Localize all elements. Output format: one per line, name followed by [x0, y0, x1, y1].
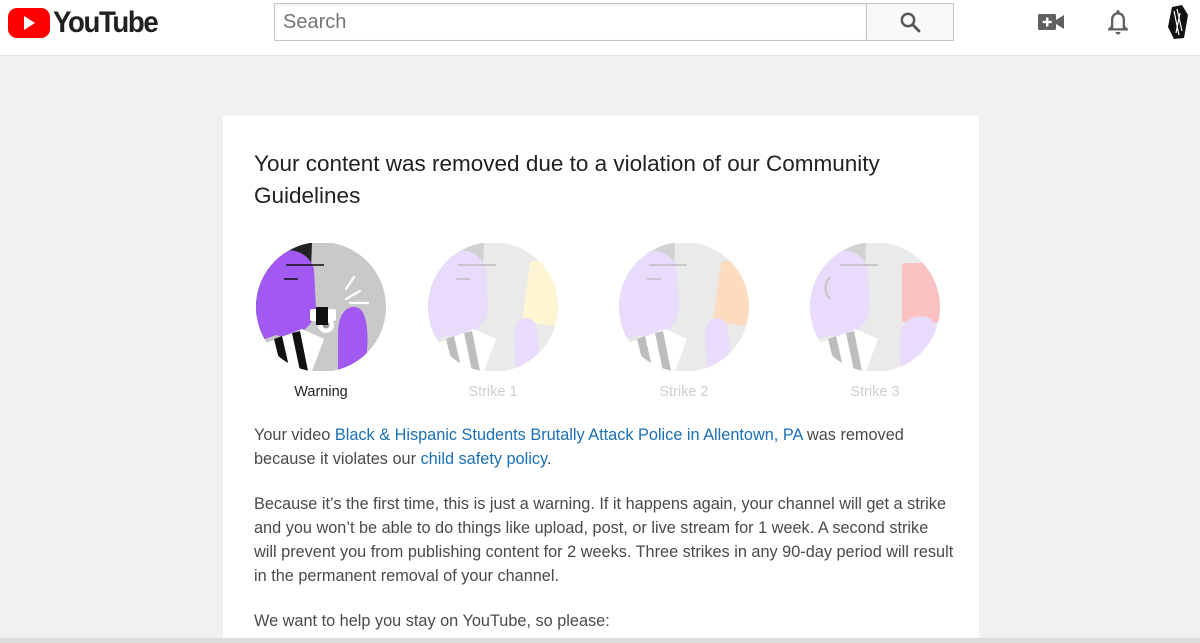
- step-label-warning: Warning: [294, 384, 348, 400]
- step-strike-1: Strike 1: [426, 243, 560, 401]
- account-avatar[interactable]: [1166, 5, 1190, 39]
- referee-whistle-illustration: [256, 243, 386, 371]
- removal-reason-prefix: Your video: [254, 426, 335, 444]
- notifications-button[interactable]: [1103, 7, 1133, 37]
- removal-notice-card: Your content was removed due to a violat…: [223, 116, 979, 643]
- child-safety-policy-link[interactable]: child safety policy: [421, 450, 547, 468]
- warning-explanation: Because it’s the first time, this is jus…: [254, 495, 954, 585]
- top-bar: YouTube: [0, 0, 1200, 56]
- step-label-strike-1: Strike 1: [468, 384, 518, 400]
- step-label-strike-2: Strike 2: [659, 384, 709, 400]
- yellow-card-illustration: [428, 243, 558, 371]
- step-warning: Warning: [254, 243, 388, 401]
- search-button[interactable]: [866, 3, 954, 41]
- step-strike-2: Strike 2: [617, 243, 751, 401]
- removal-reason-suffix: .: [546, 450, 552, 468]
- horizontal-scrollbar[interactable]: [0, 638, 1200, 643]
- step-label-strike-3: Strike 3: [850, 384, 900, 400]
- page-title: Your content was removed due to a violat…: [254, 151, 880, 208]
- search-input[interactable]: [274, 3, 866, 41]
- orange-card-illustration: [619, 243, 749, 371]
- red-card-illustration: [810, 243, 940, 371]
- step-strike-3: Strike 3: [808, 243, 942, 401]
- help-intro: We want to help you stay on YouTube, so …: [254, 612, 610, 630]
- strike-progress: Warning Strike 1 Strike 2 Strike 3: [254, 243, 954, 403]
- create-video-icon: [1038, 14, 1064, 30]
- notifications-bell-icon: [1108, 10, 1128, 35]
- removal-reason: Your video Black & Hispanic Students Bru…: [254, 423, 954, 471]
- search-bar: [274, 3, 954, 41]
- youtube-logo[interactable]: YouTube: [8, 6, 166, 40]
- create-video-button[interactable]: [1036, 7, 1066, 37]
- youtube-logo-icon: [8, 8, 50, 38]
- search-icon: [900, 12, 921, 33]
- logo-text: YouTube: [53, 6, 159, 39]
- video-title-link[interactable]: Black & Hispanic Students Brutally Attac…: [335, 426, 803, 444]
